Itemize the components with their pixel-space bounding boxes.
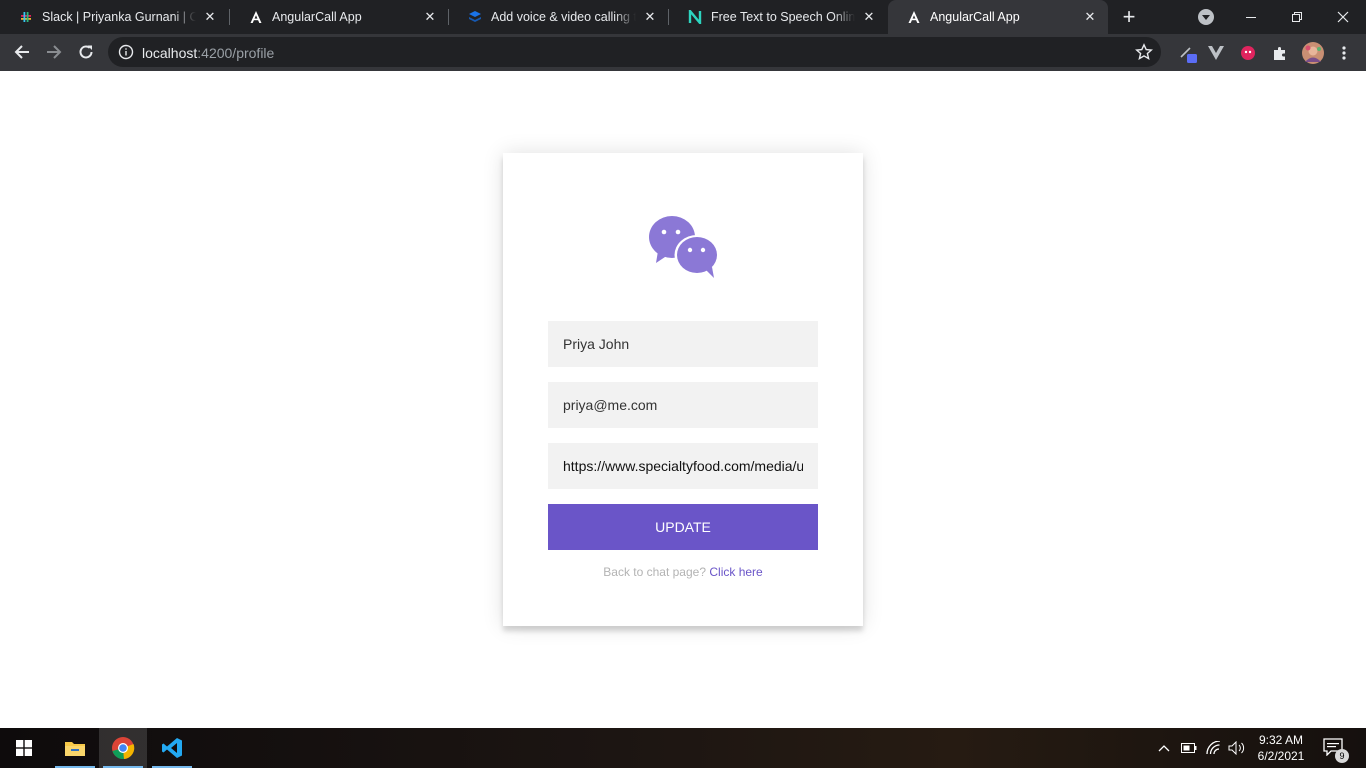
volume-icon[interactable] bbox=[1228, 739, 1246, 757]
profile-card: UPDATE Back to chat page? Click here bbox=[503, 153, 863, 626]
clock-time: 9:32 AM bbox=[1258, 733, 1304, 747]
extension-pen-icon[interactable] bbox=[1178, 43, 1198, 63]
battery-icon[interactable] bbox=[1180, 739, 1198, 757]
avatar-url-field[interactable] bbox=[548, 443, 818, 489]
stack-icon bbox=[467, 9, 483, 25]
reload-icon[interactable] bbox=[72, 38, 100, 66]
url-host: localhost bbox=[142, 45, 198, 61]
tab-title: Slack | Priyanka Gurnani | Con bbox=[42, 10, 196, 24]
email-field[interactable] bbox=[548, 382, 818, 428]
click-here-link[interactable]: Click here bbox=[709, 565, 762, 579]
vscode-icon[interactable] bbox=[148, 728, 196, 768]
tab-text-to-speech[interactable]: Free Text to Speech Online wi ✕ bbox=[669, 0, 887, 34]
close-icon[interactable]: ✕ bbox=[200, 7, 220, 27]
back-arrow-icon[interactable] bbox=[8, 38, 36, 66]
angular-icon bbox=[906, 9, 922, 25]
browser-toolbar: localhost:4200/profile bbox=[0, 34, 1366, 71]
angular-icon bbox=[248, 9, 264, 25]
extensions-puzzle-icon[interactable] bbox=[1270, 43, 1290, 63]
tab-add-voice[interactable]: Add voice & video calling to y ✕ bbox=[449, 0, 668, 34]
windows-start-icon[interactable] bbox=[0, 728, 48, 768]
tab-search-icon[interactable] bbox=[1198, 9, 1214, 25]
chat-bubbles-icon bbox=[648, 215, 722, 279]
wifi-icon[interactable] bbox=[1205, 739, 1223, 757]
notification-badge: 9 bbox=[1335, 749, 1349, 763]
tab-angularcall[interactable]: AngularCall App ✕ bbox=[230, 0, 448, 34]
new-tab-button[interactable]: + bbox=[1117, 5, 1141, 29]
tab-title: Add voice & video calling to y bbox=[491, 10, 636, 24]
file-explorer-icon[interactable] bbox=[51, 728, 99, 768]
info-icon[interactable] bbox=[118, 44, 134, 60]
tab-angularcall-active[interactable]: AngularCall App ✕ bbox=[888, 0, 1108, 34]
chevron-up-icon[interactable] bbox=[1155, 739, 1173, 757]
url-path: :4200/profile bbox=[197, 45, 275, 61]
clock-date: 6/2/2021 bbox=[1257, 749, 1305, 763]
slack-icon bbox=[18, 9, 34, 25]
forward-arrow-icon[interactable] bbox=[40, 38, 68, 66]
name-field[interactable] bbox=[548, 321, 818, 367]
chrome-icon[interactable] bbox=[99, 728, 147, 768]
vue-devtools-icon[interactable] bbox=[1206, 43, 1226, 63]
tab-title: AngularCall App bbox=[272, 10, 362, 24]
close-window-button[interactable] bbox=[1320, 0, 1366, 34]
url-text: localhost:4200/profile bbox=[142, 45, 274, 61]
back-to-chat-message: Back to chat page? Click here bbox=[503, 565, 863, 579]
address-bar[interactable]: localhost:4200/profile bbox=[108, 37, 1161, 67]
narakeet-icon bbox=[687, 9, 703, 25]
taskbar-clock[interactable]: 9:32 AM 6/2/2021 bbox=[1250, 732, 1312, 764]
tab-slack[interactable]: Slack | Priyanka Gurnani | Con ✕ bbox=[0, 0, 228, 34]
close-icon[interactable]: ✕ bbox=[640, 7, 660, 27]
tab-title: AngularCall App bbox=[930, 10, 1020, 24]
tab-title: Free Text to Speech Online wi bbox=[711, 10, 855, 24]
close-icon[interactable]: ✕ bbox=[859, 7, 879, 27]
close-icon[interactable]: ✕ bbox=[1080, 7, 1100, 27]
windows-taskbar: 9:32 AM 6/2/2021 9 bbox=[0, 728, 1366, 768]
profile-avatar[interactable] bbox=[1301, 41, 1325, 65]
close-icon[interactable]: ✕ bbox=[420, 7, 440, 27]
bookmark-star-icon[interactable] bbox=[1135, 43, 1153, 61]
back-to-chat-text: Back to chat page? bbox=[603, 565, 707, 579]
browser-tabstrip: Slack | Priyanka Gurnani | Con ✕ Angular… bbox=[0, 0, 1366, 34]
update-button[interactable]: UPDATE bbox=[548, 504, 818, 550]
chrome-menu-icon[interactable] bbox=[1334, 43, 1354, 63]
restore-button[interactable] bbox=[1274, 0, 1320, 34]
minimize-button[interactable] bbox=[1228, 0, 1274, 34]
extension-pink-icon[interactable] bbox=[1238, 43, 1258, 63]
